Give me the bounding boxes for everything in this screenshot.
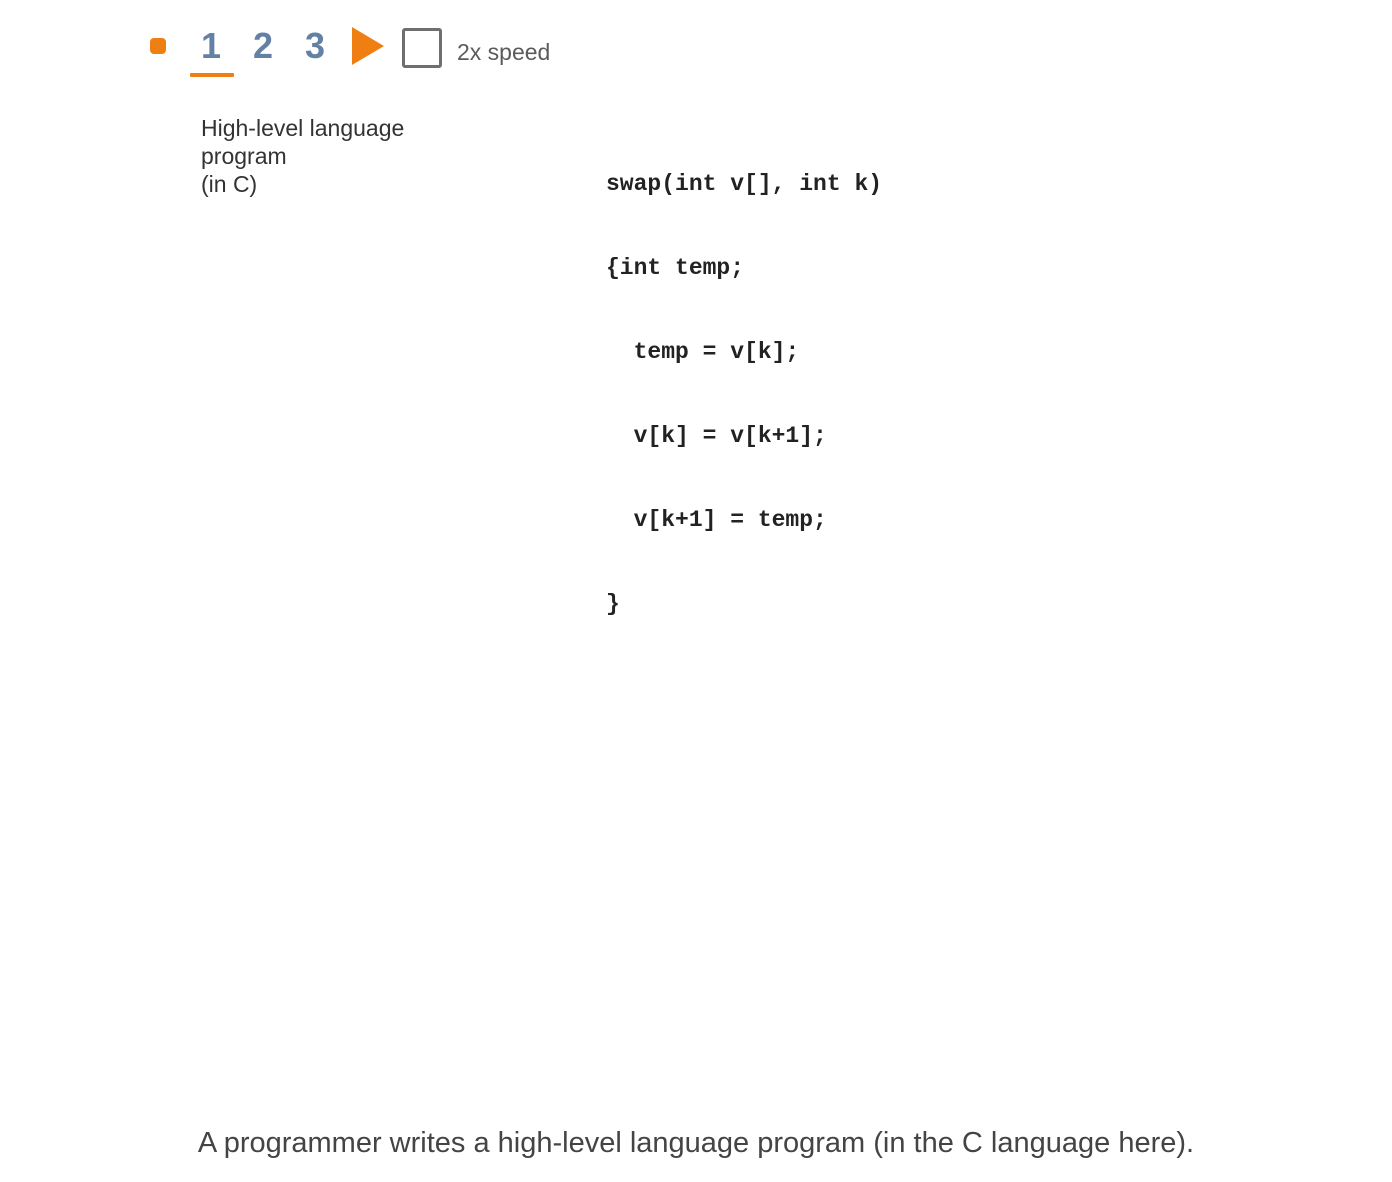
code-line: swap(int v[], int k) <box>606 171 883 197</box>
speed-label: 2x speed <box>457 39 551 65</box>
c-code-block: swap(int v[], int k) {int temp; temp = v… <box>606 114 882 646</box>
step-caption: A programmer writes a high-level languag… <box>197 1127 1195 1159</box>
program-label: High-level language program (in C) <box>201 114 404 198</box>
program-label-line: High-level language <box>201 115 405 141</box>
program-label-line: (in C) <box>201 171 258 197</box>
program-label-line: program <box>201 143 287 169</box>
step-1-button[interactable]: 1 <box>196 24 226 68</box>
active-step-indicator <box>190 73 234 77</box>
code-line: v[k] = v[k+1]; <box>606 423 827 449</box>
code-line: temp = v[k]; <box>606 339 800 365</box>
code-line: {int temp; <box>606 255 745 281</box>
step-3-button[interactable]: 3 <box>300 24 330 68</box>
code-line: v[k+1] = temp; <box>606 507 827 533</box>
animation-controls: 1 2 3 2x speed <box>0 0 1392 90</box>
speed-checkbox[interactable] <box>402 28 442 68</box>
code-line: } <box>606 591 620 617</box>
step-2-button[interactable]: 2 <box>248 24 278 68</box>
play-button[interactable] <box>352 27 384 65</box>
stop-button[interactable] <box>150 38 166 54</box>
